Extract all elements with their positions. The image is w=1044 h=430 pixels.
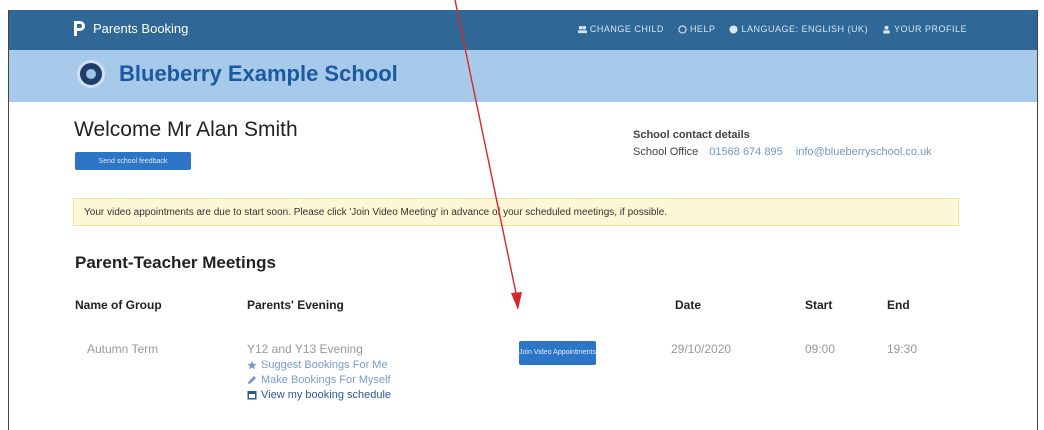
annotation-arrow [454, 0, 522, 310]
